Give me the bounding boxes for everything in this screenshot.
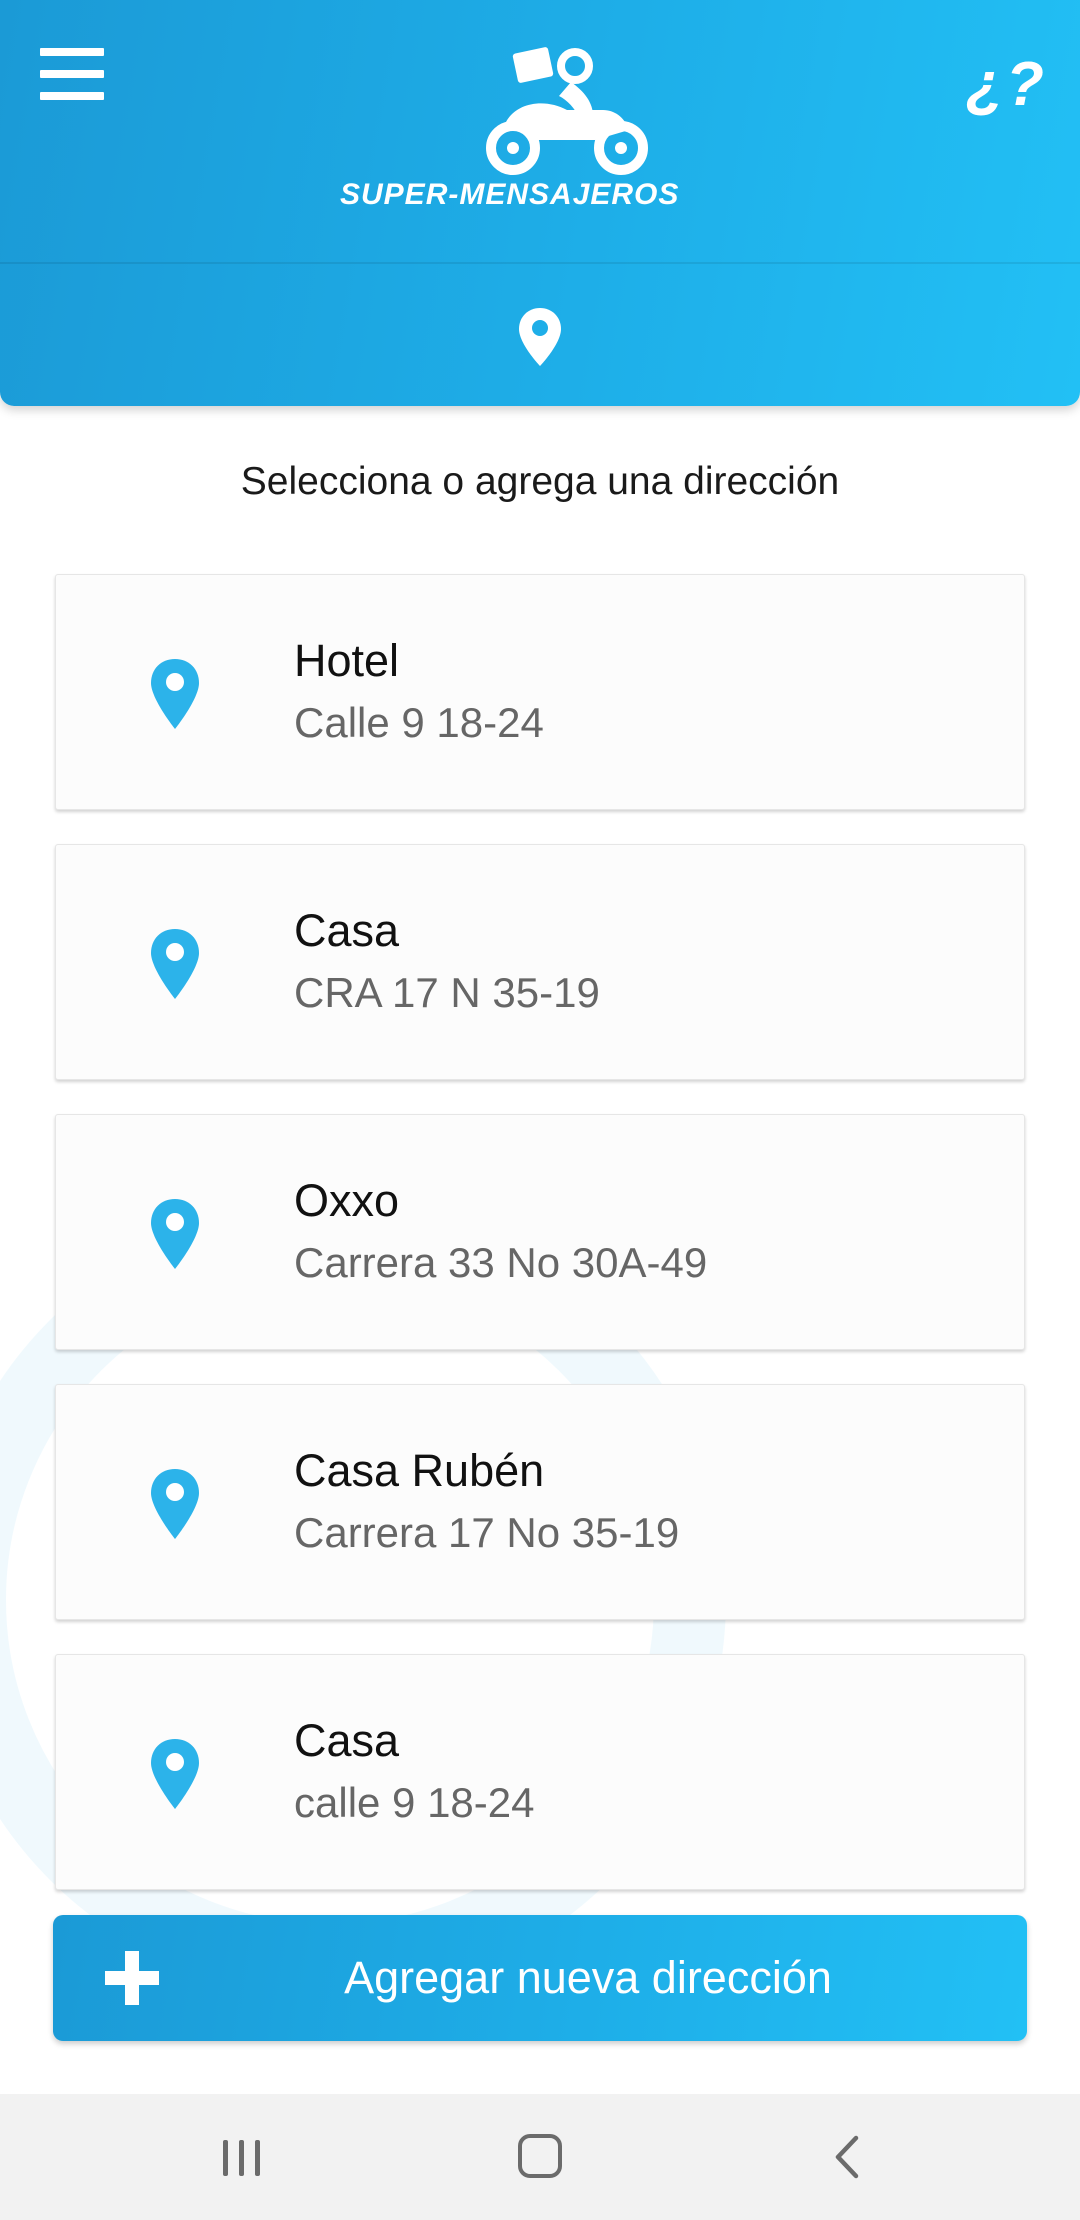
address-street: Carrera 33 No 30A-49 <box>294 1239 708 1286</box>
brand-logo: SUPER-MENSAJEROS <box>340 36 740 226</box>
help-button[interactable]: ¿? <box>956 50 1056 120</box>
location-pin-icon <box>151 1469 199 1539</box>
hamburger-menu-icon[interactable] <box>36 44 106 106</box>
add-address-label: Agregar nueva dirección <box>344 1952 832 2003</box>
address-card[interactable]: Casa calle 9 18-24 <box>55 1654 1025 1890</box>
location-pin-icon <box>151 929 199 999</box>
address-name: Oxxo <box>294 1175 400 1226</box>
address-list: Hotel Calle 9 18-24 Casa CRA 17 N 35-19 … <box>55 574 1025 1924</box>
address-name: Casa Rubén <box>294 1445 545 1496</box>
address-street: calle 9 18-24 <box>294 1779 535 1826</box>
address-street: CRA 17 N 35-19 <box>294 969 600 1016</box>
address-card[interactable]: Hotel Calle 9 18-24 <box>55 574 1025 810</box>
brand-name: SUPER-MENSAJEROS <box>340 178 680 211</box>
delivery-motorbike-icon <box>486 47 648 175</box>
location-pin-icon <box>151 659 199 729</box>
plus-icon <box>105 1951 159 2005</box>
home-icon[interactable] <box>518 2134 562 2178</box>
address-street: Calle 9 18-24 <box>294 699 544 746</box>
address-name: Hotel <box>294 635 400 686</box>
address-card[interactable]: Oxxo Carrera 33 No 30A-49 <box>55 1114 1025 1350</box>
system-nav-bar <box>0 2094 1080 2220</box>
address-street: Carrera 17 No 35-19 <box>294 1509 680 1556</box>
map-pin-icon[interactable] <box>516 306 564 368</box>
header-top-bar: SUPER-MENSAJEROS ¿? <box>0 0 1080 264</box>
page-subtitle: Selecciona o agrega una dirección <box>240 460 840 503</box>
location-pin-icon <box>151 1199 199 1269</box>
add-address-button[interactable]: Agregar nueva dirección <box>53 1915 1027 2041</box>
back-icon[interactable] <box>826 2132 870 2182</box>
recents-icon[interactable] <box>212 2132 272 2182</box>
address-name: Casa <box>294 905 400 956</box>
app-header: SUPER-MENSAJEROS ¿? <box>0 0 1080 406</box>
address-card[interactable]: Casa Rubén Carrera 17 No 35-19 <box>55 1384 1025 1620</box>
address-card[interactable]: Casa CRA 17 N 35-19 <box>55 844 1025 1080</box>
location-pin-icon <box>151 1739 199 1809</box>
app-screen: SUPER-MENSAJEROS ¿? Selecciona o agrega … <box>0 0 1080 2220</box>
address-name: Casa <box>294 1715 400 1766</box>
